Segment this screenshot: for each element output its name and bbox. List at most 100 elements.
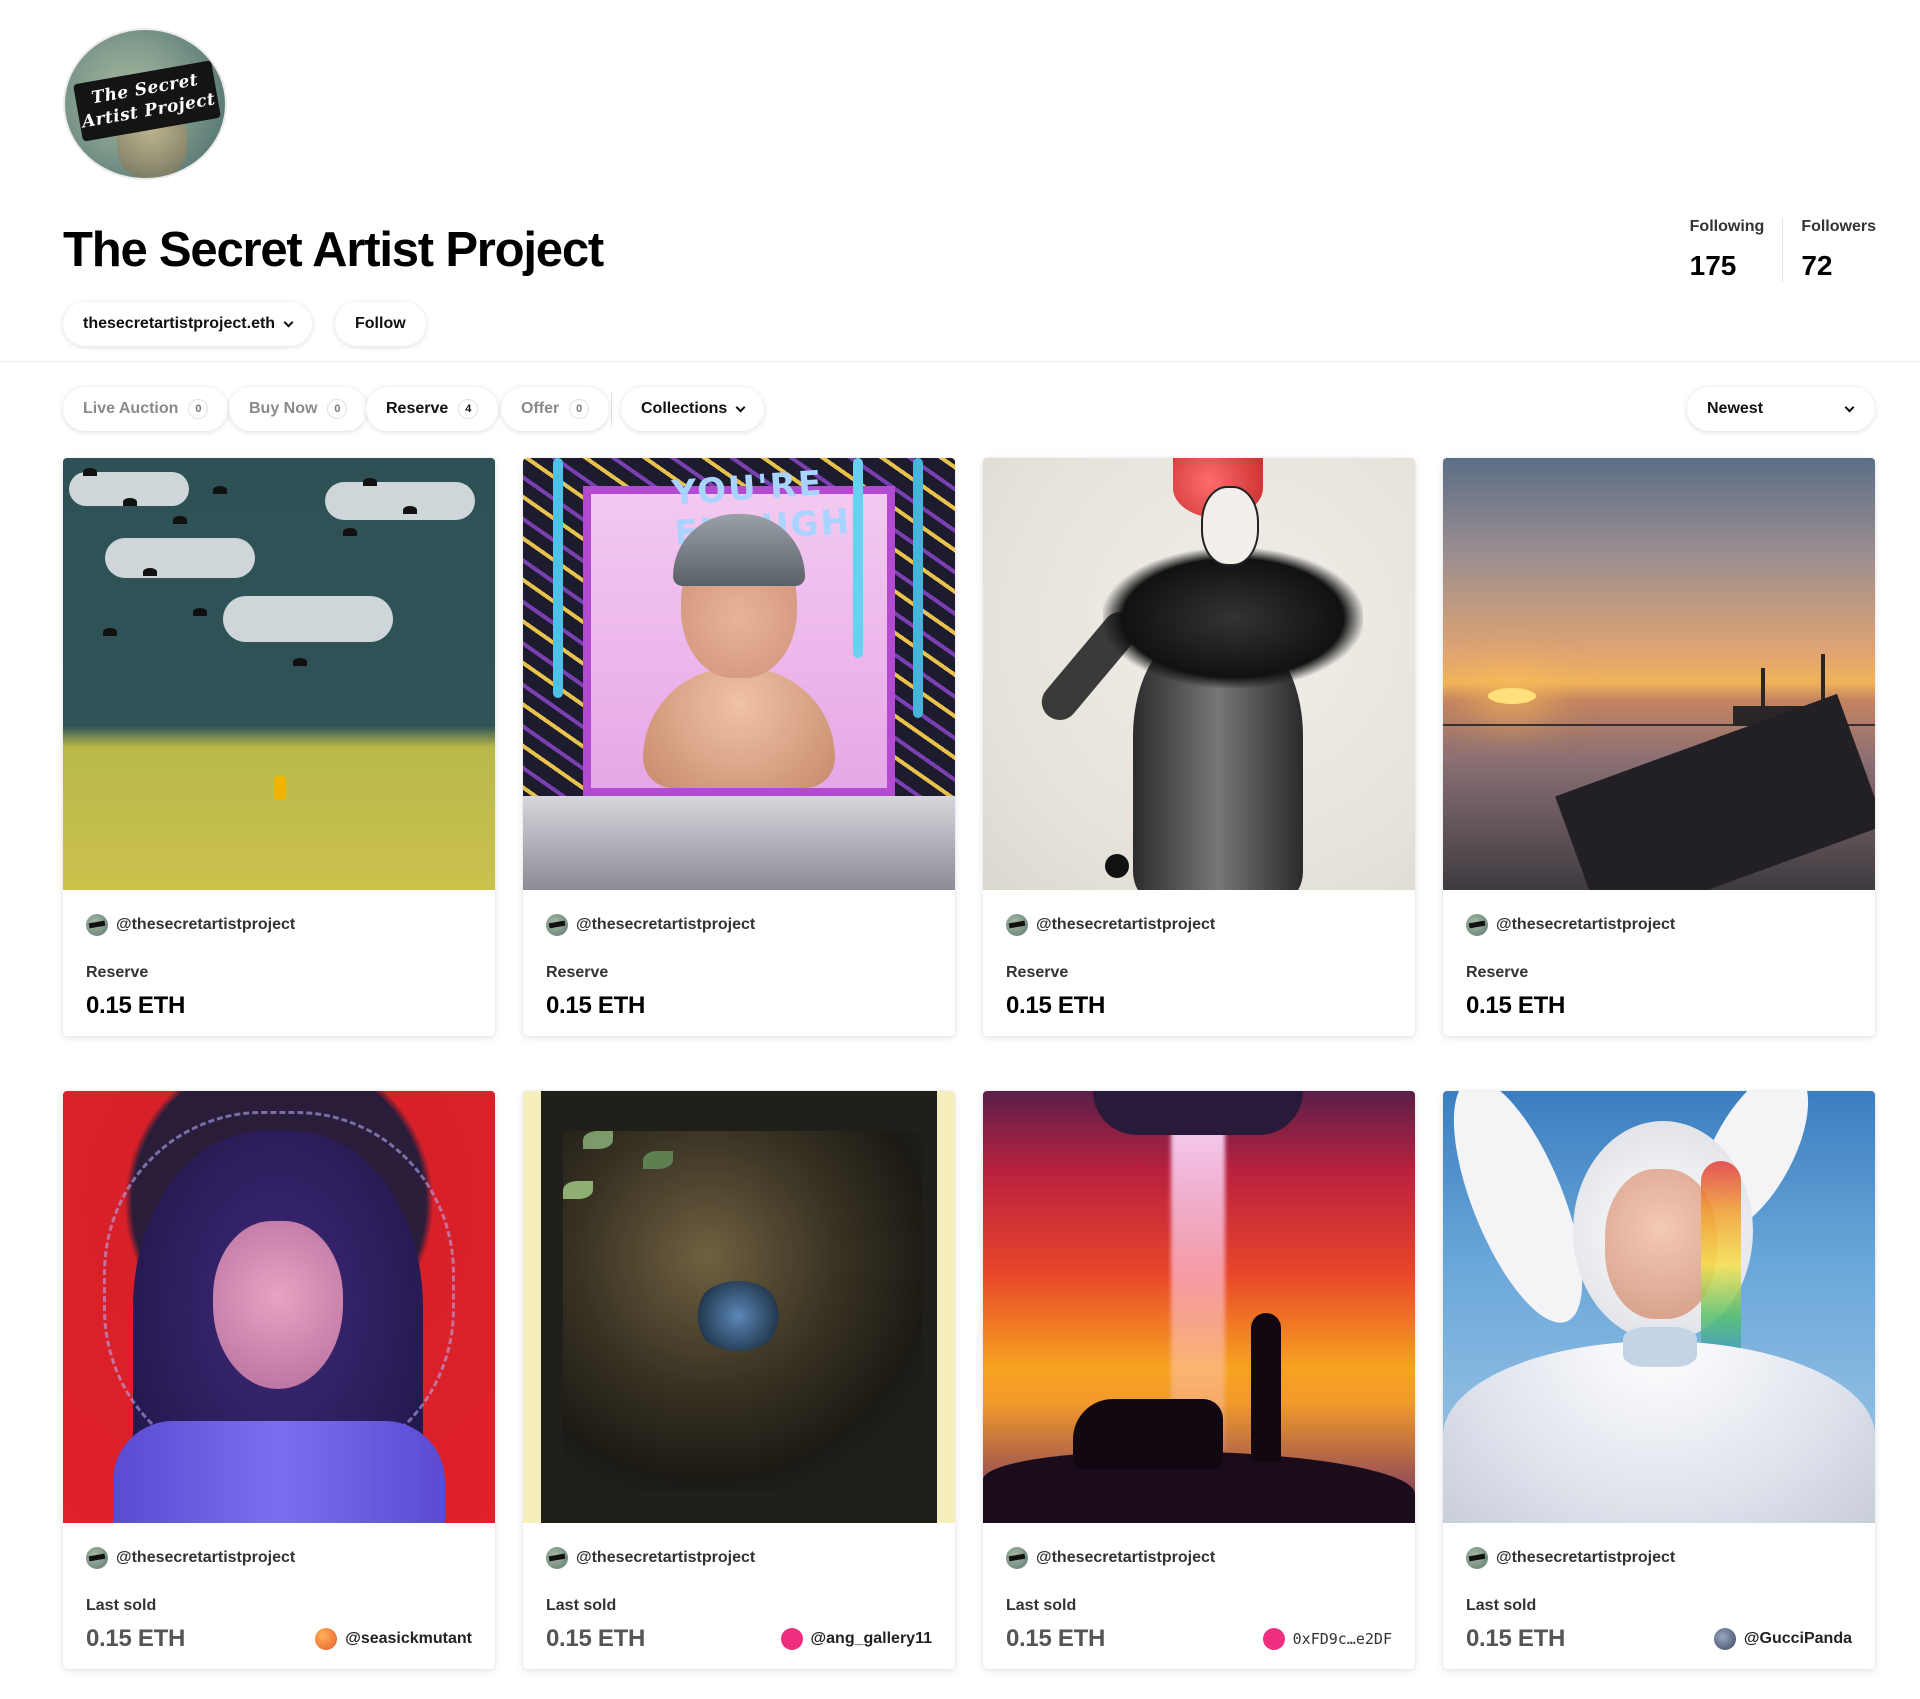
creator-handle: @thesecretartistproject: [1036, 916, 1216, 933]
card-info: @thesecretartistproject Reserve 0.15 ETH: [523, 890, 955, 1036]
creator-avatar: [86, 1547, 108, 1569]
chevron-down-icon: [735, 402, 746, 412]
profile-stats: Following 175 Followers 72: [1690, 218, 1876, 282]
creator-link[interactable]: @thesecretartistproject: [86, 914, 472, 936]
filter-buy-now[interactable]: Buy Now 0: [229, 387, 368, 431]
filter-live-auction-count: 0: [188, 399, 209, 419]
creator-avatar: [1006, 914, 1028, 936]
creator-handle: @thesecretartistproject: [116, 916, 296, 933]
card-info: @thesecretartistproject Last sold 0.15 E…: [523, 1523, 955, 1669]
price-label: Last sold: [1006, 1597, 1077, 1614]
price-label: Reserve: [546, 964, 609, 981]
chevron-down-icon: [283, 317, 294, 327]
creator-handle: @thesecretartistproject: [1036, 1549, 1216, 1566]
filter-reserve[interactable]: Reserve 4: [366, 387, 499, 431]
chevron-down-icon: [1844, 402, 1855, 412]
buyer-link[interactable]: @ang_gallery11: [780, 1628, 932, 1650]
buyer-handle: @ang_gallery11: [810, 1630, 932, 1647]
price-label: Reserve: [1006, 964, 1069, 981]
creator-link[interactable]: @thesecretartistproject: [1006, 1547, 1392, 1569]
artwork-card[interactable]: @thesecretartistproject Last sold 0.15 E…: [63, 1091, 495, 1669]
card-info: @thesecretartistproject Reserve 0.15 ETH: [1443, 890, 1875, 1036]
buyer-link[interactable]: @seasickmutant: [315, 1628, 472, 1650]
artwork-card[interactable]: @thesecretartistproject Reserve 0.15 ETH: [1443, 458, 1875, 1036]
artwork-image[interactable]: [523, 1091, 955, 1523]
price-label: Last sold: [1466, 1597, 1537, 1614]
artwork-image[interactable]: [983, 458, 1415, 890]
stat-following[interactable]: Following 175: [1690, 218, 1783, 282]
filter-offer[interactable]: Offer 0: [501, 387, 610, 431]
profile-avatar: The Secret Artist Project: [63, 28, 227, 180]
artwork-image[interactable]: [1443, 458, 1875, 890]
sort-value: Newest: [1707, 400, 1764, 417]
price-label: Reserve: [86, 964, 149, 981]
ens-dropdown-button[interactable]: thesecretartistproject.eth: [63, 302, 313, 346]
buyer-avatar: [780, 1628, 803, 1650]
artwork-image[interactable]: [1443, 1091, 1875, 1523]
buyer-avatar: [315, 1628, 338, 1650]
creator-link[interactable]: @thesecretartistproject: [1466, 1547, 1852, 1569]
creator-avatar: [1466, 914, 1488, 936]
filter-offer-label: Offer: [521, 400, 560, 417]
price-label: Reserve: [1466, 964, 1529, 981]
creator-link[interactable]: @thesecretartistproject: [86, 1547, 472, 1569]
creator-link[interactable]: @thesecretartistproject: [1466, 914, 1852, 936]
card-info: @thesecretartistproject Reserve 0.15 ETH: [63, 890, 495, 1036]
collections-dropdown[interactable]: Collections: [621, 387, 765, 431]
price-value: 0.15 ETH: [86, 1625, 185, 1652]
collections-label: Collections: [641, 400, 728, 417]
creator-avatar: [546, 914, 568, 936]
filter-buy-now-label: Buy Now: [249, 400, 318, 417]
price-value: 0.15 ETH: [1466, 992, 1565, 1019]
filter-live-auction-label: Live Auction: [83, 400, 179, 417]
card-info: @thesecretartistproject Last sold 0.15 E…: [1443, 1523, 1875, 1669]
artwork-image[interactable]: [63, 458, 495, 890]
stat-followers-label: Followers: [1801, 218, 1876, 235]
creator-handle: @thesecretartistproject: [1496, 1549, 1676, 1566]
buyer-link[interactable]: 0xFD9c…e2DF: [1262, 1628, 1392, 1650]
filter-offer-count: 0: [569, 399, 590, 419]
creator-link[interactable]: @thesecretartistproject: [546, 1547, 932, 1569]
sort-select[interactable]: Newest: [1687, 387, 1875, 431]
filter-live-auction[interactable]: Live Auction 0: [63, 387, 229, 431]
creator-avatar: [1006, 1547, 1028, 1569]
card-info: @thesecretartistproject Reserve 0.15 ETH: [983, 890, 1415, 1036]
artwork-card[interactable]: @thesecretartistproject Reserve 0.15 ETH: [983, 458, 1415, 1036]
creator-handle: @thesecretartistproject: [576, 916, 756, 933]
filter-separator: [611, 391, 612, 427]
creator-handle: @thesecretartistproject: [1496, 916, 1676, 933]
card-info: @thesecretartistproject Last sold 0.15 E…: [63, 1523, 495, 1669]
buyer-avatar: [1262, 1628, 1285, 1650]
buyer-link[interactable]: @GucciPanda: [1713, 1628, 1852, 1650]
artwork-card[interactable]: @thesecretartistproject Reserve 0.15 ETH: [63, 458, 495, 1036]
filter-reserve-label: Reserve: [386, 400, 449, 417]
artwork-card[interactable]: @thesecretartistproject Last sold 0.15 E…: [983, 1091, 1415, 1669]
creator-avatar: [1466, 1547, 1488, 1569]
card-info: @thesecretartistproject Last sold 0.15 E…: [983, 1523, 1415, 1669]
artwork-image[interactable]: [63, 1091, 495, 1523]
creator-link[interactable]: @thesecretartistproject: [1006, 914, 1392, 936]
price-value: 0.15 ETH: [1006, 992, 1105, 1019]
buyer-address: 0xFD9c…e2DF: [1292, 1630, 1392, 1648]
price-value: 0.15 ETH: [546, 992, 645, 1019]
stat-followers[interactable]: Followers 72: [1782, 218, 1876, 282]
artwork-card[interactable]: YOU'RE ENOUGH @thesecretartistproject Re…: [523, 458, 955, 1036]
artwork-card[interactable]: @thesecretartistproject Last sold 0.15 E…: [523, 1091, 955, 1669]
buyer-handle: @GucciPanda: [1743, 1630, 1852, 1647]
follow-button[interactable]: Follow: [335, 302, 426, 346]
buyer-avatar: [1713, 1628, 1736, 1650]
artwork-image[interactable]: YOU'RE ENOUGH: [523, 458, 955, 890]
header-divider: [0, 361, 1920, 362]
price-value: 0.15 ETH: [86, 992, 185, 1019]
stat-followers-value: 72: [1801, 250, 1833, 281]
price-label: Last sold: [546, 1597, 617, 1614]
artwork-image[interactable]: [983, 1091, 1415, 1523]
follow-label: Follow: [355, 315, 406, 332]
price-label: Last sold: [86, 1597, 157, 1614]
creator-link[interactable]: @thesecretartistproject: [546, 914, 932, 936]
price-value: 0.15 ETH: [1006, 1625, 1105, 1652]
price-value: 0.15 ETH: [546, 1625, 645, 1652]
creator-avatar: [86, 914, 108, 936]
artwork-card[interactable]: @thesecretartistproject Last sold 0.15 E…: [1443, 1091, 1875, 1669]
avatar-banner: The Secret Artist Project: [73, 60, 221, 142]
